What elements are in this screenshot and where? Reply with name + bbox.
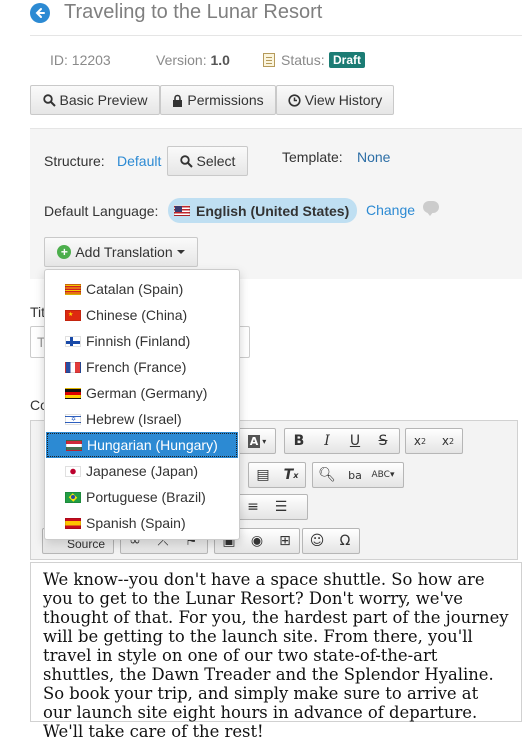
menu-item-finnish[interactable]: Finnish (Finland) <box>45 328 239 354</box>
structure-label: Structure: <box>44 153 105 169</box>
align-group: ≡ ☰ <box>238 494 308 520</box>
table-icon[interactable]: ⊞ <box>271 529 299 553</box>
search-icon <box>179 154 193 168</box>
menu-item-hebrew[interactable]: ✡ Hebrew (Israel) <box>45 406 239 432</box>
menu-item-japanese[interactable]: Japanese (Japan) <box>45 458 239 484</box>
align-right-icon[interactable]: ≡ <box>239 495 267 519</box>
select-label: Select <box>196 153 236 169</box>
default-language-pill: English (United States) <box>168 198 358 223</box>
basic-preview-label: Basic Preview <box>59 92 148 108</box>
basic-styles-group: B I U S <box>284 428 400 454</box>
menu-item-label: French (France) <box>86 359 187 375</box>
structure-value-link[interactable]: Default <box>117 153 161 169</box>
format-group: ▤ Tx <box>248 462 306 488</box>
justify-icon[interactable]: ☰ <box>267 495 295 519</box>
template-value: None <box>357 149 391 165</box>
default-language-label: Default Language: <box>44 203 159 219</box>
france-flag-icon <box>65 361 81 373</box>
version-value: 1.0 <box>210 52 230 68</box>
change-language-link[interactable]: Change <box>366 202 415 218</box>
menu-item-label: Chinese (China) <box>86 307 188 323</box>
menu-item-label: Catalan (Spain) <box>86 281 184 297</box>
help-icon[interactable] <box>423 201 439 216</box>
search-icon <box>42 93 56 107</box>
select-structure-button[interactable]: Select <box>167 146 248 176</box>
spain-flag-icon <box>65 517 81 529</box>
menu-item-label: Portuguese (Brazil) <box>86 489 206 505</box>
menu-item-french[interactable]: French (France) <box>45 354 239 380</box>
underline-icon[interactable]: U <box>341 429 369 453</box>
lock-icon <box>173 94 183 107</box>
divider <box>30 35 522 36</box>
menu-item-label: Hebrew (Israel) <box>86 411 182 427</box>
find-group: 🔍︎ ba ABC▾ <box>312 462 404 488</box>
permissions-label: Permissions <box>187 92 264 108</box>
finland-flag-icon <box>65 335 81 347</box>
status-badge: Draft <box>329 52 366 68</box>
menu-item-german[interactable]: German (Germany) <box>45 380 239 406</box>
caret-down-icon <box>176 250 185 254</box>
catalan-flag-icon <box>65 283 81 295</box>
menu-item-label: Hungarian (Hungary) <box>87 437 218 453</box>
script-group: x2 x2 <box>405 428 463 454</box>
italic-icon[interactable]: I <box>313 429 341 453</box>
spellcheck-icon[interactable]: ABC▾ <box>369 463 397 487</box>
view-history-button[interactable]: View History <box>276 85 394 115</box>
china-flag-icon: ★ <box>65 309 81 321</box>
menu-item-label: Finnish (Finland) <box>86 333 191 349</box>
clock-icon <box>288 93 301 107</box>
smiley-icon[interactable]: ☺ <box>303 529 331 553</box>
menu-item-hungarian[interactable]: Hungarian (Hungary) <box>46 432 238 458</box>
brazil-flag-icon <box>65 491 81 503</box>
add-icon: + <box>57 245 72 259</box>
add-translation-label: Add Translation <box>75 244 173 260</box>
add-translation-button[interactable]: + Add Translation <box>44 237 198 267</box>
translation-menu: Catalan (Spain) ★ Chinese (China) Finnis… <box>44 269 240 540</box>
germany-flag-icon <box>65 387 81 399</box>
status-label: Status: <box>281 52 325 68</box>
id-value: 12203 <box>71 52 111 68</box>
us-flag-icon <box>174 205 190 216</box>
title-label: Tit <box>30 304 46 320</box>
special-char-icon[interactable]: Ω <box>331 529 359 553</box>
text-color-button[interactable]: A ▾ <box>238 428 276 454</box>
menu-item-label: Spanish (Spain) <box>86 515 186 531</box>
paste-text-icon[interactable]: ▤ <box>249 463 277 487</box>
menu-item-portuguese[interactable]: Portuguese (Brazil) <box>45 484 239 510</box>
strikethrough-icon[interactable]: S <box>369 429 397 453</box>
replace-icon[interactable]: ba <box>341 463 369 487</box>
bold-icon[interactable]: B <box>285 429 313 453</box>
version-label: Version: <box>156 52 207 68</box>
template-label: Template: <box>282 149 343 165</box>
default-language-value: English (United States) <box>196 202 350 219</box>
id-meta: ID: 12203 <box>50 52 111 68</box>
menu-item-catalan[interactable]: Catalan (Spain) <box>45 276 239 302</box>
menu-item-label: Japanese (Japan) <box>86 463 199 479</box>
menu-item-chinese[interactable]: ★ Chinese (China) <box>45 302 239 328</box>
page-title: Traveling to the Lunar Resort <box>64 1 323 23</box>
remove-format-icon[interactable]: Tx <box>277 463 305 487</box>
permissions-button[interactable]: Permissions <box>160 85 276 115</box>
find-icon[interactable]: 🔍︎ <box>313 463 341 487</box>
menu-item-spanish[interactable]: Spanish (Spain) <box>45 510 239 536</box>
flash-icon[interactable]: ◉ <box>243 529 271 553</box>
basic-preview-button[interactable]: Basic Preview <box>30 85 160 115</box>
superscript-icon[interactable]: x2 <box>434 429 462 453</box>
subscript-icon[interactable]: x2 <box>406 429 434 453</box>
status-icon <box>263 53 275 67</box>
back-icon[interactable] <box>30 3 50 23</box>
view-history-label: View History <box>304 92 383 108</box>
menu-item-label: German (Germany) <box>86 385 208 401</box>
hungary-flag-icon <box>66 439 82 451</box>
israel-flag-icon: ✡ <box>65 413 81 425</box>
id-label: ID: <box>50 52 68 68</box>
text-color-icon: A ▾ <box>247 434 267 448</box>
japan-flag-icon <box>65 465 81 477</box>
editor-content[interactable]: We know--you don't have a space shuttle.… <box>30 562 522 741</box>
version-meta: Version: 1.0 <box>156 52 230 68</box>
special-group: ☺ Ω <box>302 528 360 554</box>
